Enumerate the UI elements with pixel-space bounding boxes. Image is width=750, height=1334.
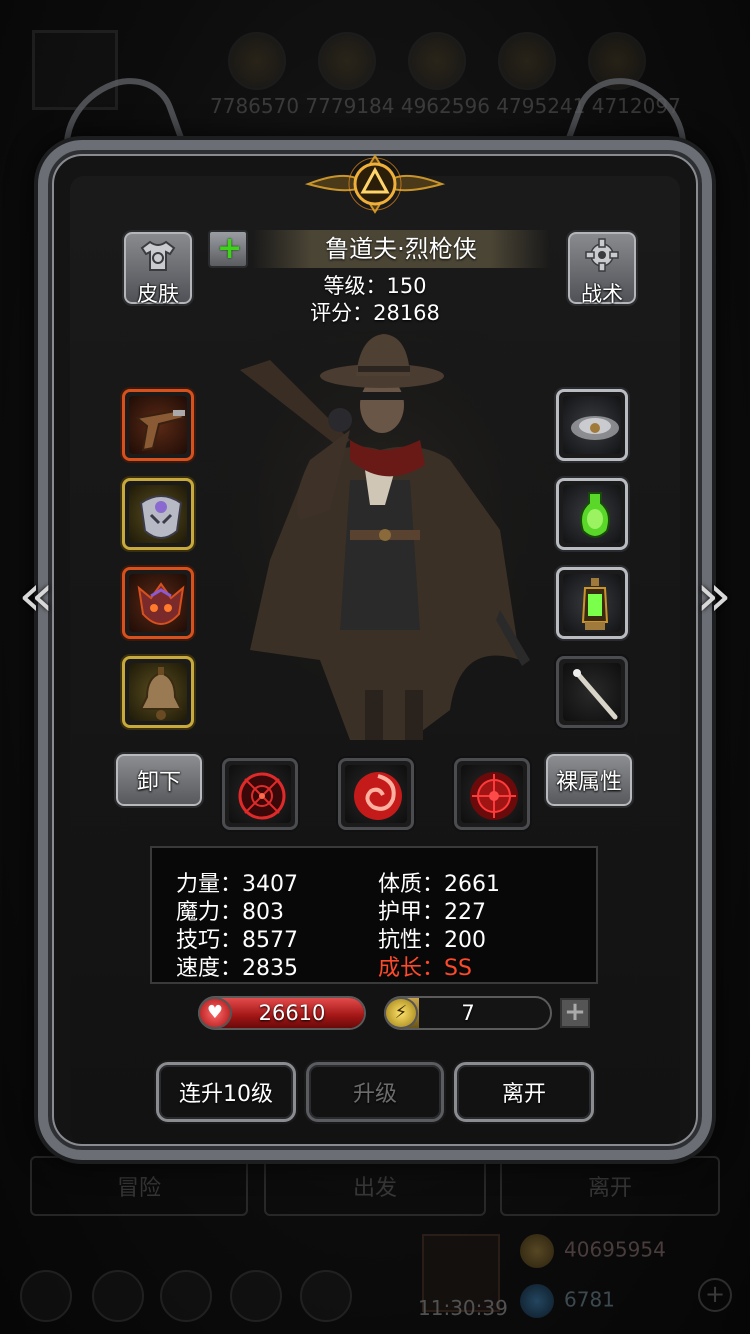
resource-icon [228,32,286,90]
skill-slot-3[interactable] [454,758,530,830]
gem-value: 6781 [564,1287,615,1312]
level-up-10-button[interactable]: 连升10级 [156,1062,296,1122]
bottom-button-leave: 离开 [500,1156,720,1216]
add-currency-icon: + [698,1278,732,1312]
stats-panel: 力量：3407 魔力：803 技巧：8577 速度：2835 体质：2661 护… [150,846,598,984]
skill-slot-1[interactable] [222,758,298,830]
green-potion-icon [580,492,610,538]
equip-slot-staff[interactable] [556,656,628,728]
skill-slot-2[interactable] [338,758,414,830]
bone-staff-icon [573,669,618,720]
previous-hero-arrow-icon[interactable]: « [10,562,62,628]
equip-slot-trinket[interactable] [122,656,194,728]
crosshair-skill-icon [238,772,286,820]
shirt-icon [124,238,192,280]
gem-counter: 6781 [520,1284,615,1318]
gold-coin-icon [520,1234,554,1268]
resource-icon [498,32,556,90]
tactics-button[interactable]: 战术 [566,230,638,306]
equip-slot-weapon[interactable] [122,389,194,461]
equip-slot-ring[interactable] [556,389,628,461]
add-button[interactable]: + [208,230,248,268]
stat-growth: 成长：SS [378,956,472,981]
resource-icon [318,32,376,90]
level-up-button[interactable]: 升级 [306,1062,444,1122]
armor-helm-icon [139,495,183,539]
add-energy-button[interactable]: + [560,998,590,1028]
next-hero-arrow-icon[interactable]: » [688,562,740,628]
gold-value: 40695954 [564,1237,666,1262]
hero-score: 评分：28168 [310,301,440,325]
equip-slot-accessory[interactable] [122,567,194,639]
bronze-bell-icon [139,667,183,720]
crest-emblem-icon [304,154,446,214]
hero-level: 等级：150 [323,274,427,298]
tactics-button-label: 战术 [581,282,623,306]
equip-slot-armor[interactable] [122,478,194,550]
skin-button-label: 皮肤 [137,282,179,306]
target-skill-icon [470,772,518,820]
nav-icon [160,1270,212,1322]
resource-icon [408,32,466,90]
hero-portrait [200,330,560,750]
hero-name: 鲁道夫·烈枪侠 [252,230,550,268]
heart-icon: ♥ [198,997,232,1029]
nav-icon [20,1270,72,1322]
flintlock-pistol-icon [134,408,185,452]
gold-counter: 40695954 [520,1234,666,1268]
skin-button[interactable]: 皮肤 [122,230,194,306]
nav-icon [230,1270,282,1322]
leave-button[interactable]: 离开 [454,1062,594,1122]
bottom-button-depart: 出发 [264,1156,486,1216]
nav-icon [92,1270,144,1322]
lantern-icon [581,578,609,630]
gear-icon [568,238,636,280]
lightning-icon: ⚡ [384,997,418,1029]
base-stats-button[interactable]: 裸属性 [544,752,634,808]
equip-slot-lantern[interactable] [556,567,628,639]
demon-emblem-icon [137,582,185,625]
unequip-button[interactable]: 卸下 [114,752,204,808]
stat-speed: 速度：2835 [176,956,298,981]
bottom-button-adventure: 冒险 [30,1156,248,1216]
nav-icon [300,1270,352,1322]
cloud-ring-icon [571,416,619,440]
plus-icon: + [217,231,243,266]
gem-icon [520,1284,554,1318]
bottom-nav-bar: 冒险 出发 离开 11:30:39 40695954 6781 + [0,1150,750,1334]
equip-slot-potion[interactable] [556,478,628,550]
vortex-skill-icon [354,772,402,820]
clock: 11:30:39 [418,1296,508,1320]
